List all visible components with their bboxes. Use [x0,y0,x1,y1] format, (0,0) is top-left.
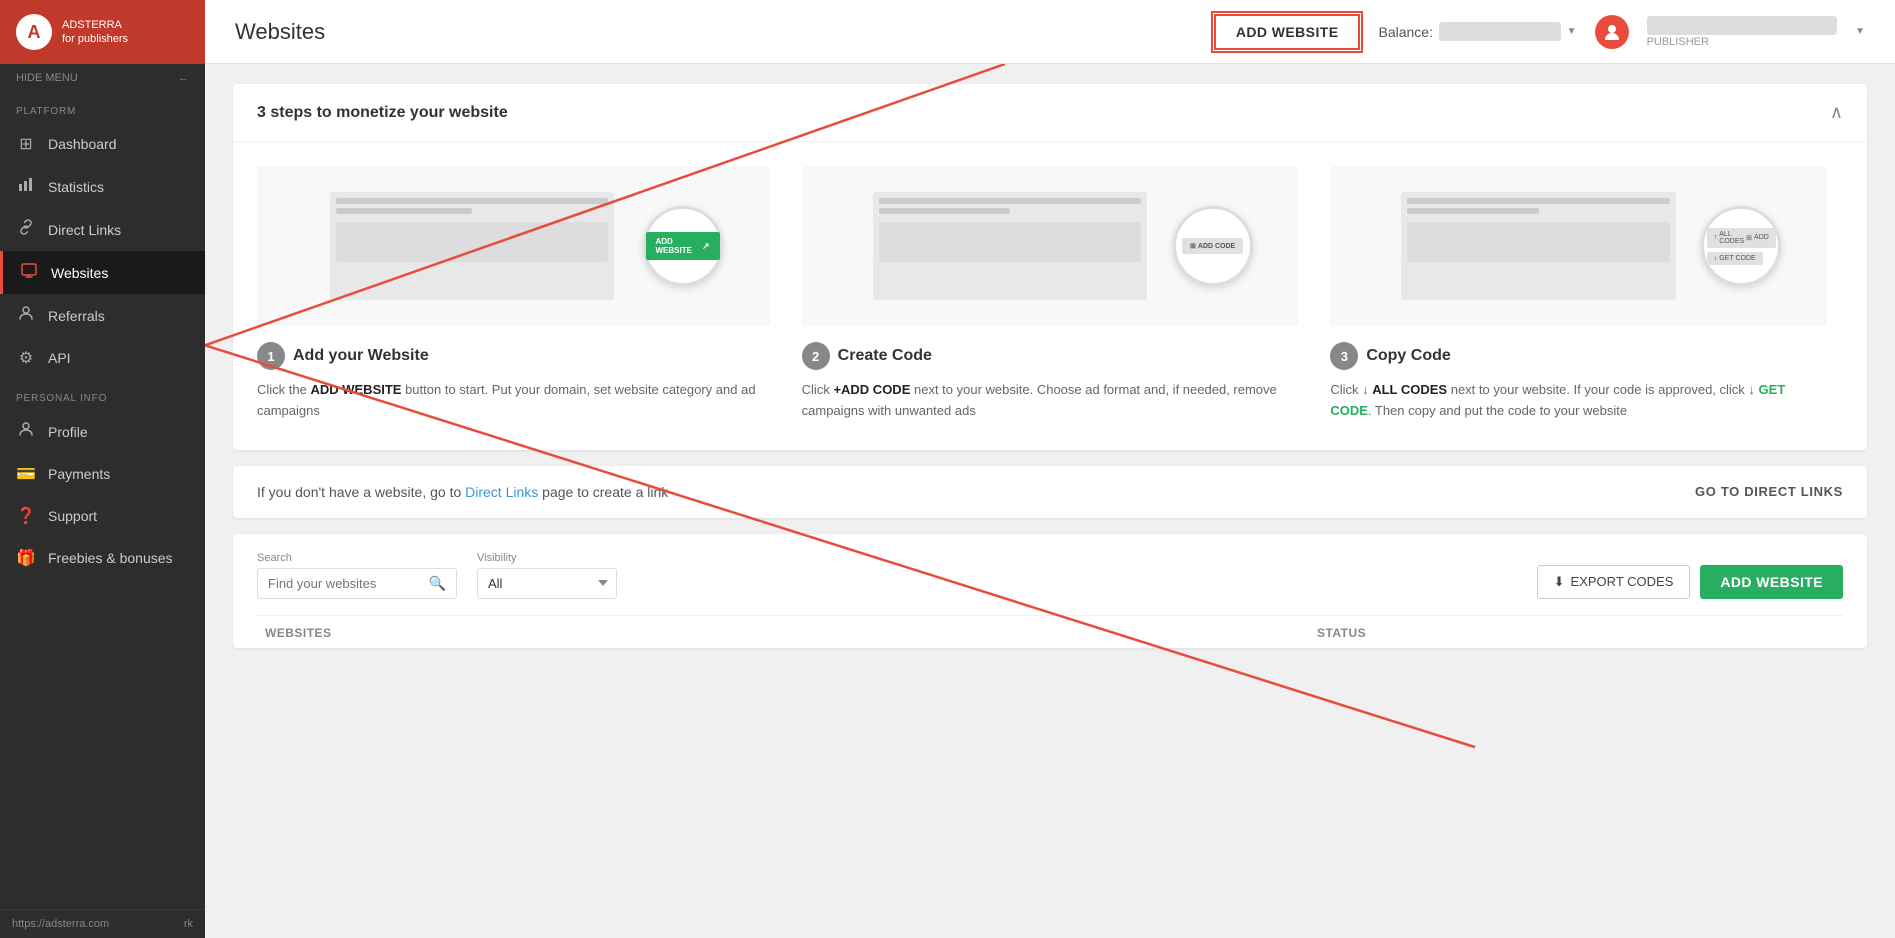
search-input-wrap: 🔍 [257,568,457,599]
logo-text: ADSTERRA for publishers [62,18,128,47]
logo-icon: A [16,14,52,50]
sidebar-item-dashboard[interactable]: ⊞ Dashboard [0,123,205,165]
steps-card: 3 steps to monetize your website ∧ [233,84,1867,450]
step-1: ADD WEBSITE ↗ 1 Add your Website Click t… [257,166,786,422]
support-icon: ❓ [16,506,36,526]
personal-info-section-label: PERSONAL INFO [0,379,205,410]
steps-card-title: 3 steps to monetize your website [257,104,508,122]
sidebar-footer: https://adsterra.com rk [0,909,205,938]
add-code-illustration-btn: ⊞ ADD CODE [1182,238,1243,254]
step-3-illustration: ↑ALL CODES⊞ADD ↓GET CODE [1330,166,1827,326]
payments-icon: 💳 [16,464,36,484]
websites-icon [19,262,39,283]
step-3-title: 3 Copy Code [1330,342,1827,370]
step-2-desc: Click +ADD CODE next to your website. Ch… [802,380,1299,422]
step-2-title: 2 Create Code [802,342,1299,370]
step-2-illustration: ⊞ ADD CODE [802,166,1299,326]
step-1-title: 1 Add your Website [257,342,770,370]
collapse-button[interactable]: ∧ [1830,102,1843,123]
platform-section-label: PLATFORM [0,92,205,123]
balance-amount: ████████ [1439,22,1561,41]
add-website-illustration-btn: ADD WEBSITE ↗ [646,232,720,260]
search-group: Search 🔍 [257,552,457,599]
freebies-icon: 🎁 [16,548,36,568]
steps-card-header: 3 steps to monetize your website ∧ [233,84,1867,142]
table-col-websites: Websites [257,626,1309,640]
sidebar: A ADSTERRA for publishers HIDE MENU ← PL… [0,0,205,938]
sidebar-item-freebies[interactable]: 🎁 Freebies & bonuses [0,537,205,579]
export-codes-button[interactable]: ⬇ EXPORT CODES [1537,565,1691,599]
balance-dropdown-icon[interactable]: ▼ [1567,26,1577,37]
search-label: Search [257,552,457,564]
steps-grid: ADD WEBSITE ↗ 1 Add your Website Click t… [233,142,1867,450]
direct-links-link[interactable]: Direct Links [465,484,538,500]
referrals-icon [16,305,36,326]
balance-section: Balance: ████████ ▼ [1378,22,1576,41]
step-1-badge: 1 [257,342,285,370]
export-icon: ⬇ [1554,574,1565,590]
profile-icon [16,421,36,442]
step-3-desc: Click ↓ ALL CODES next to your website. … [1330,380,1827,422]
sidebar-item-websites[interactable]: Websites [0,251,205,294]
hide-menu-arrow-icon: ← [178,72,189,84]
sidebar-item-support[interactable]: ❓ Support [0,495,205,537]
dashboard-icon: ⊞ [16,134,36,154]
code-panel-illustration: ↑ALL CODES⊞ADD ↓GET CODE [1701,222,1782,271]
direct-links-banner: If you don't have a website, go to Direc… [233,466,1867,518]
step-1-desc: Click the ADD WEBSITE button to start. P… [257,380,770,422]
filter-section: Search 🔍 Visibility All Active Inactive … [233,534,1867,648]
go-to-direct-links-button[interactable]: GO TO DIRECT LINKS [1695,484,1843,499]
direct-links-text: If you don't have a website, go to Direc… [257,484,668,500]
page-title: Websites [235,19,325,45]
sidebar-item-profile[interactable]: Profile [0,410,205,453]
add-website-bottom-button[interactable]: ADD WEBSITE [1700,565,1843,599]
username: ████████████ [1647,16,1838,35]
sidebar-logo: A ADSTERRA for publishers [0,0,205,64]
step-1-illustration: ADD WEBSITE ↗ [257,166,770,326]
filter-row: Search 🔍 Visibility All Active Inactive … [257,552,1843,615]
visibility-label: Visibility [477,552,617,564]
visibility-group: Visibility All Active Inactive Pending [477,552,617,599]
sidebar-item-payments[interactable]: 💳 Payments [0,453,205,495]
step-3: ↑ALL CODES⊞ADD ↓GET CODE 3 Copy Code Cli… [1314,166,1843,422]
step-2-badge: 2 [802,342,830,370]
table-header: Websites Status [257,615,1843,648]
sidebar-item-direct-links[interactable]: Direct Links [0,208,205,251]
hide-menu-button[interactable]: HIDE MENU ← [0,64,205,92]
search-icon: 🔍 [429,575,446,592]
api-icon: ⚙ [16,348,36,368]
user-dropdown-icon[interactable]: ▼ [1855,26,1865,37]
table-col-status: Status [1309,626,1843,640]
direct-links-icon [16,219,36,240]
main-content: Websites ADD WEBSITE Balance: ████████ ▼… [205,0,1895,938]
visibility-select[interactable]: All Active Inactive Pending [477,568,617,599]
avatar [1595,15,1629,49]
sidebar-item-api[interactable]: ⚙ API [0,337,205,379]
step-3-badge: 3 [1330,342,1358,370]
user-info: ████████████ PUBLISHER [1647,16,1838,48]
search-input[interactable] [268,576,423,591]
sidebar-nav: HIDE MENU ← PLATFORM ⊞ Dashboard Statist… [0,64,205,909]
content-area: 3 steps to monetize your website ∧ [205,64,1895,938]
header: Websites ADD WEBSITE Balance: ████████ ▼… [205,0,1895,64]
statistics-icon [16,176,36,197]
header-right: ADD WEBSITE Balance: ████████ ▼ ████████… [1214,14,1865,50]
sidebar-item-statistics[interactable]: Statistics [0,165,205,208]
sidebar-item-referrals[interactable]: Referrals [0,294,205,337]
add-website-header-button[interactable]: ADD WEBSITE [1214,14,1361,50]
step-2: ⊞ ADD CODE 2 Create Code Click +ADD CODE… [786,166,1315,422]
filter-actions: ⬇ EXPORT CODES ADD WEBSITE [1537,565,1843,599]
